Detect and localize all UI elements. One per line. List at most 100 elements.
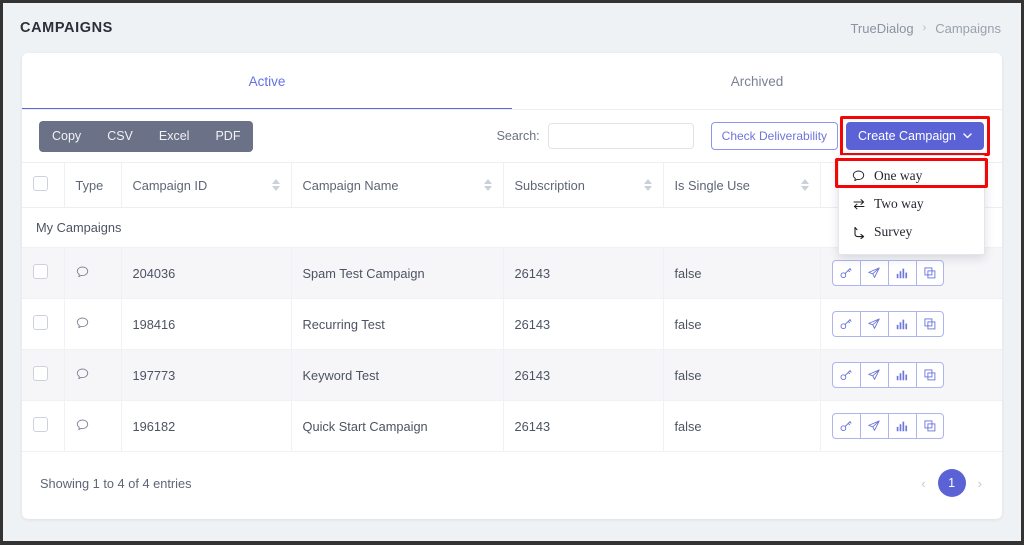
duplicate-icon[interactable] [915,311,944,337]
tab-archived[interactable]: Archived [512,53,1002,110]
row-checkbox[interactable] [33,417,48,432]
row-campaign-name-link[interactable]: Keyword Test [291,349,504,401]
breadcrumb: TrueDialog › Campaigns [850,21,1001,36]
screenshot-frame: CAMPAIGNS TrueDialog › Campaigns Active … [0,0,1024,545]
column-type-label: Type [75,177,104,193]
row-campaign-id: 196182 [121,400,292,452]
speech-bubble-icon [76,266,89,278]
create-campaign-dropdown: One way Two way Survey [835,155,988,255]
column-select-all [22,162,65,208]
send-icon[interactable] [859,311,888,337]
speech-bubble-icon [76,317,89,329]
row-checkbox[interactable] [33,366,48,381]
row-subscription: 26143 [503,400,664,452]
row-campaign-name-link[interactable]: Recurring Test [291,298,504,350]
row-campaign-id: 198416 [121,298,292,350]
dropdown-item-survey[interactable]: Survey [839,218,984,246]
entries-info: Showing 1 to 4 of 4 entries [40,475,192,491]
row-type-cell [64,349,122,401]
row-checkbox[interactable] [33,315,48,330]
column-campaign-name[interactable]: Campaign Name [291,162,504,208]
row-checkbox-cell [22,298,65,350]
row-subscription: 26143 [503,349,664,401]
pagination-next[interactable]: › [976,476,984,491]
key-icon[interactable] [831,311,860,337]
send-icon[interactable] [859,260,888,286]
two-way-arrows-icon [851,198,866,210]
table-row[interactable]: 197773 Keyword Test 26143 false [22,349,1002,401]
breadcrumb-root[interactable]: TrueDialog [850,21,913,36]
row-type-cell [64,400,122,452]
table-row[interactable]: 204036 Spam Test Campaign 26143 false [22,247,1002,299]
pagination-prev[interactable]: ‹ [919,476,927,491]
pagination-page-1[interactable]: 1 [937,469,966,497]
tab-active-label: Active [248,74,286,89]
sort-icon-campaign-id[interactable] [271,179,280,191]
row-checkbox-cell [22,349,65,401]
bar-chart-icon[interactable] [887,311,916,337]
key-icon[interactable] [831,413,860,439]
row-action-group [831,260,992,286]
column-is-single-use[interactable]: Is Single Use [663,162,821,208]
row-is-single-use: false [663,298,821,350]
search-label: Search: [496,129,540,143]
create-campaign-wrapper: Create Campaign One way Two way Survey [835,116,990,255]
send-icon[interactable] [859,413,888,439]
dropdown-item-one-way[interactable]: One way [839,162,984,190]
table-row[interactable]: 198416 Recurring Test 26143 false [22,298,1002,350]
breadcrumb-separator-icon: › [922,22,927,34]
row-campaign-name-link[interactable]: Quick Start Campaign [291,400,504,452]
duplicate-icon[interactable] [915,362,944,388]
csv-button[interactable]: CSV [94,121,146,152]
row-campaign-name-link[interactable]: Spam Test Campaign [291,247,504,299]
duplicate-icon[interactable] [915,260,944,286]
table-row[interactable]: 196182 Quick Start Campaign 26143 false [22,400,1002,452]
row-type-cell [64,298,122,350]
column-subscription[interactable]: Subscription [503,162,664,208]
sort-icon-subscription[interactable] [643,179,652,191]
row-is-single-use: false [663,349,821,401]
create-campaign-button[interactable]: Create Campaign [846,122,984,150]
page-header: CAMPAIGNS TrueDialog › Campaigns [3,3,1021,53]
bar-chart-icon[interactable] [887,362,916,388]
bar-chart-icon[interactable] [887,260,916,286]
search-input[interactable] [547,123,694,149]
bar-chart-icon[interactable] [887,413,916,439]
key-icon[interactable] [831,260,860,286]
row-is-single-use: false [663,400,821,452]
row-checkbox[interactable] [33,264,48,279]
row-checkbox-cell [22,400,65,452]
duplicate-icon[interactable] [915,413,944,439]
row-subscription: 26143 [503,247,664,299]
speech-bubble-icon [76,368,89,380]
column-campaign-id-label: Campaign ID [132,177,208,193]
send-icon[interactable] [859,362,888,388]
dropdown-item-two-way[interactable]: Two way [839,190,984,218]
row-actions-cell [820,400,1002,452]
key-icon[interactable] [831,362,860,388]
row-actions-cell [820,298,1002,350]
row-actions-cell [820,349,1002,401]
row-campaign-id: 197773 [121,349,292,401]
excel-button[interactable]: Excel [146,121,203,152]
row-action-group [831,311,992,337]
column-type: Type [64,162,122,208]
speech-bubble-icon [76,419,89,431]
column-is-single-use-label: Is Single Use [674,177,750,193]
dropdown-item-survey-label: Survey [874,224,913,239]
breadcrumb-current: Campaigns [935,20,1001,36]
row-checkbox-cell [22,247,65,299]
column-campaign-id[interactable]: Campaign ID [121,162,292,208]
tab-active[interactable]: Active [22,53,512,110]
pagination: ‹ 1 › [919,469,984,497]
sort-icon-is-single-use[interactable] [800,179,809,191]
check-deliverability-button[interactable]: Check Deliverability [710,122,839,150]
table-controls: Copy CSV Excel PDF Search: Check Deliver… [22,110,1002,255]
controls-right: Search: Check Deliverability Create Camp… [496,116,990,255]
pdf-button[interactable]: PDF [202,121,253,152]
select-all-checkbox[interactable] [33,176,48,191]
sort-icon-campaign-name[interactable] [483,179,492,191]
check-deliverability-label: Check Deliverability [721,129,828,143]
dropdown-item-two-way-label: Two way [874,196,924,211]
copy-button[interactable]: Copy [39,121,94,152]
